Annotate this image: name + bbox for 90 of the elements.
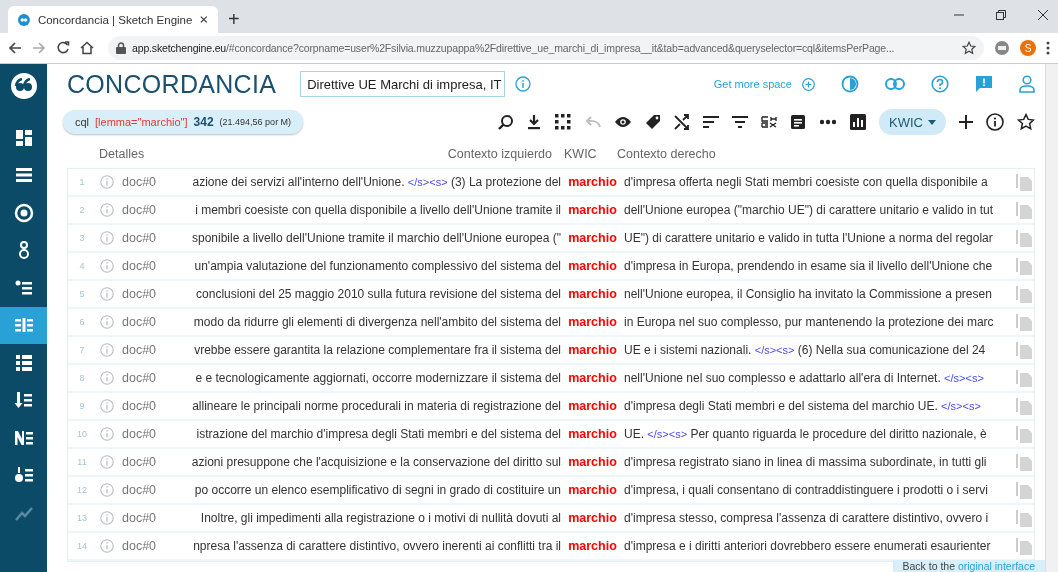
line-number: 13 [76,513,88,523]
keyword[interactable]: marchio [561,315,624,329]
document-id[interactable]: doc#0 [122,371,166,385]
left-context: vrebbe essere garantita la relazione complementare fra il sistema del [194,343,561,357]
line-number: 14 [76,541,88,551]
left-context: azioni presuppone che l'acquisizione e la conservazione del diritto sul [191,455,561,469]
right-context: nell'Unione europea, il Consiglio ha invitato la Commissione a presen [624,287,992,301]
get-more-space-link[interactable]: Get more space [713,78,792,90]
left-context: Inoltre, gli impedimenti alla registrazione o i motivi di nullità dovuti al [200,511,561,525]
left-context: po occorre un elenco esemplificativo di segni in grado di costituire un [194,483,561,497]
query-expression: [lemma="marchio"] [95,116,188,128]
line-number: 8 [78,373,86,383]
keyword[interactable]: marchio [561,427,624,441]
line-number: 9 [78,401,86,411]
keyword[interactable]: marchio [561,287,624,301]
line-number: 4 [78,261,86,271]
right-context: in Europa nel suo complesso, pur mantenendo la protezione dei marc [624,315,994,329]
column-header: KWIC [563,147,598,161]
keyword[interactable]: marchio [561,483,624,497]
query-summary[interactable]: cql [lemma="marchio"] 342 (21.494,56 por M) [63,110,304,134]
left-context: conclusioni del 25 maggio 2010 sulla futura revisione del sistema del [196,287,561,301]
keyword[interactable]: marchio [561,539,624,553]
new-tab-button[interactable]: + [218,6,250,33]
left-context: e e tecnologicamente aggiornati, occorre modernizzare il sistema del [195,371,561,385]
left-context: allineare le principali norme procedurali in materia di registrazione del [192,399,561,413]
document-id[interactable]: doc#0 [122,483,166,497]
document-id[interactable]: doc#0 [122,315,166,329]
profile-avatar[interactable]: S [1020,40,1036,56]
keyword[interactable]: marchio [561,455,624,469]
keyword[interactable]: marchio [561,175,624,189]
keyword[interactable]: marchio [561,231,624,245]
left-context: npresa l'assenza di carattere distintivo, ovvero inerenti ai conflitti tra il [193,539,561,553]
browser-tab[interactable]: Concordancia | Sketch Engine [8,6,218,33]
document-id[interactable]: doc#0 [122,259,166,273]
right-context: d'impresa, i quali consentano di contraddistinguere i prodotti o i servi [624,483,988,497]
right-context: d'impresa e i diritti anteriori dovrebbero essere enumerati esaurienter [624,539,991,553]
corpus-selector[interactable]: Direttive UE Marchi di impresa, IT [300,71,506,97]
right-context: d'impresa offerta negli Stati membri coesiste con quella disponibile a [624,175,988,189]
line-number: 2 [78,205,86,215]
left-context: istrazione del marchio d'impresa degli Stati membri e del sistema del [196,427,561,441]
document-id[interactable]: doc#0 [122,203,166,217]
hit-count: 342 [193,115,214,129]
back-to-original-note: Back to the original interface [892,560,1045,572]
right-context: d'impresa registrato siano in linea di massima subordinate, in tutti gli [624,455,987,469]
left-context: un'ampia valutazione del funzionamento complessivo del sistema del [194,259,561,273]
keyword[interactable]: marchio [561,259,624,273]
address-field[interactable]: app.sketchengine.eu/#concordance?corpname=user%2Fsilvia.muzzupappa%2Fdirettive_ue_marchi_di_impresa__it&tab=advanced&queryselector=cql&itemsPerPage... [108,36,984,60]
keyword[interactable]: marchio [561,511,624,525]
frequency-per-million: (21.494,56 por M) [219,117,292,127]
document-id[interactable]: doc#0 [122,511,166,525]
keyword[interactable]: marchio [561,399,624,413]
document-id[interactable]: doc#0 [122,287,166,301]
right-context: d'impresa stesso, compresa l'assenza di carattere distintivo, ovvero i [624,511,989,525]
column-header: Contexto derecho [617,147,716,161]
left-context: i membri coesiste con quella disponibile a livello dell'Unione tramite il [195,203,561,217]
line-number: 5 [78,289,86,299]
line-number: 10 [76,429,88,439]
query-type: cql [75,116,90,128]
document-id[interactable]: doc#0 [122,399,166,413]
line-number: 11 [76,457,88,467]
left-context: azione dei servizi all'interno dell'Unione. </s><s> (3) La protezione del [192,175,561,189]
right-context: UE. </s><s> Per quanto riguarda le procedure del diritto nazionale, è [624,427,987,441]
column-header: Detalles [98,147,146,161]
right-context: UE e i sistemi nazionali. </s><s> (6) Nella sua comunicazione del 24 [624,343,986,357]
document-id[interactable]: doc#0 [122,539,166,553]
keyword[interactable]: marchio [561,371,624,385]
left-context: sponibile a livello dell'Unione tramite il marchio dell'Unione europea (" [191,231,561,245]
document-id[interactable]: doc#0 [122,427,166,441]
right-context: UE") di carattere unitario e valido in tutta l'Unione a norma del regolar [624,231,993,245]
tab-title: Concordancia | Sketch Engine [37,13,193,26]
line-number: 3 [78,233,86,243]
document-id[interactable]: doc#0 [122,343,166,357]
view-dropdown[interactable]: KWIC [879,109,946,135]
document-id[interactable]: doc#0 [122,175,166,189]
right-context: d'impresa in Europa, prendendo in esame sia il livello dell'Unione che [624,259,993,273]
line-number: 1 [78,177,86,187]
page-title: CONCORDANCIA [67,69,277,99]
document-id[interactable]: doc#0 [122,231,166,245]
keyword[interactable]: marchio [561,203,624,217]
line-number: 7 [78,345,86,355]
left-context: modo da ridurre gli elementi di divergenza nell'ambito del sistema del [193,315,561,329]
keyword[interactable]: marchio [561,343,624,357]
right-context: nell'Unione nel suo complesso e adattarlo all'era di Internet. </s><s> [624,371,984,385]
line-number: 12 [76,485,88,495]
right-context: dell'Unione europea ("marchio UE") di carattere unitario e valido in tut [624,203,993,217]
document-id[interactable]: doc#0 [122,455,166,469]
right-context: d'impresa degli Stati membri e del sistema del marchio UE. </s><s> [624,399,981,413]
line-number: 6 [78,317,86,327]
original-interface-link[interactable]: original interface [957,560,1035,572]
column-header: Contexto izquierdo [446,147,552,161]
